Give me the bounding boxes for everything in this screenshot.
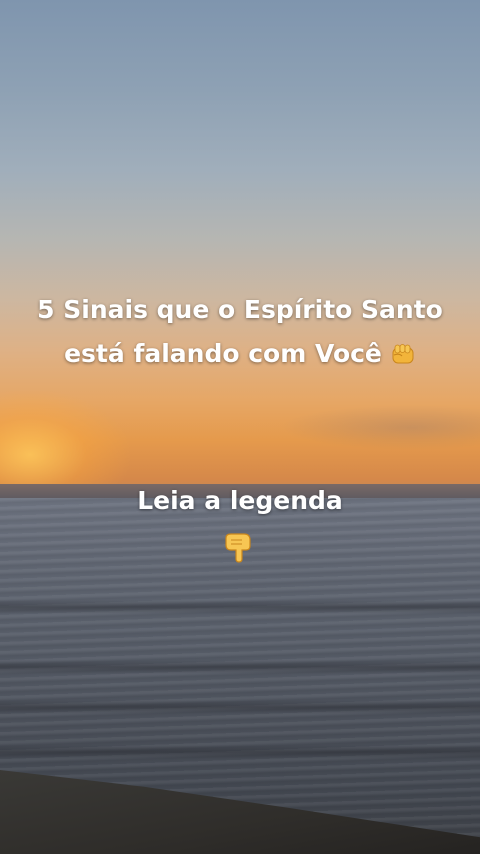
title-line-1: 5 Sinais que o Espírito Santo xyxy=(37,295,443,324)
story-frame: 5 Sinais que o Espírito Santo está falan… xyxy=(0,0,480,854)
wave-band xyxy=(0,660,480,674)
title-line-2: está falando com Você xyxy=(0,332,480,376)
title-caption: 5 Sinais que o Espírito Santo está falan… xyxy=(0,288,480,376)
title-line-2-text: está falando com Você xyxy=(64,339,382,368)
wave-band xyxy=(0,700,480,714)
wave-band xyxy=(0,745,480,759)
raised-fist-icon xyxy=(390,335,416,364)
read-caption-label: Leia a legenda xyxy=(137,486,343,515)
wave-band xyxy=(0,600,480,614)
cloud xyxy=(280,405,480,450)
pointing-down-hand-icon xyxy=(222,530,256,564)
